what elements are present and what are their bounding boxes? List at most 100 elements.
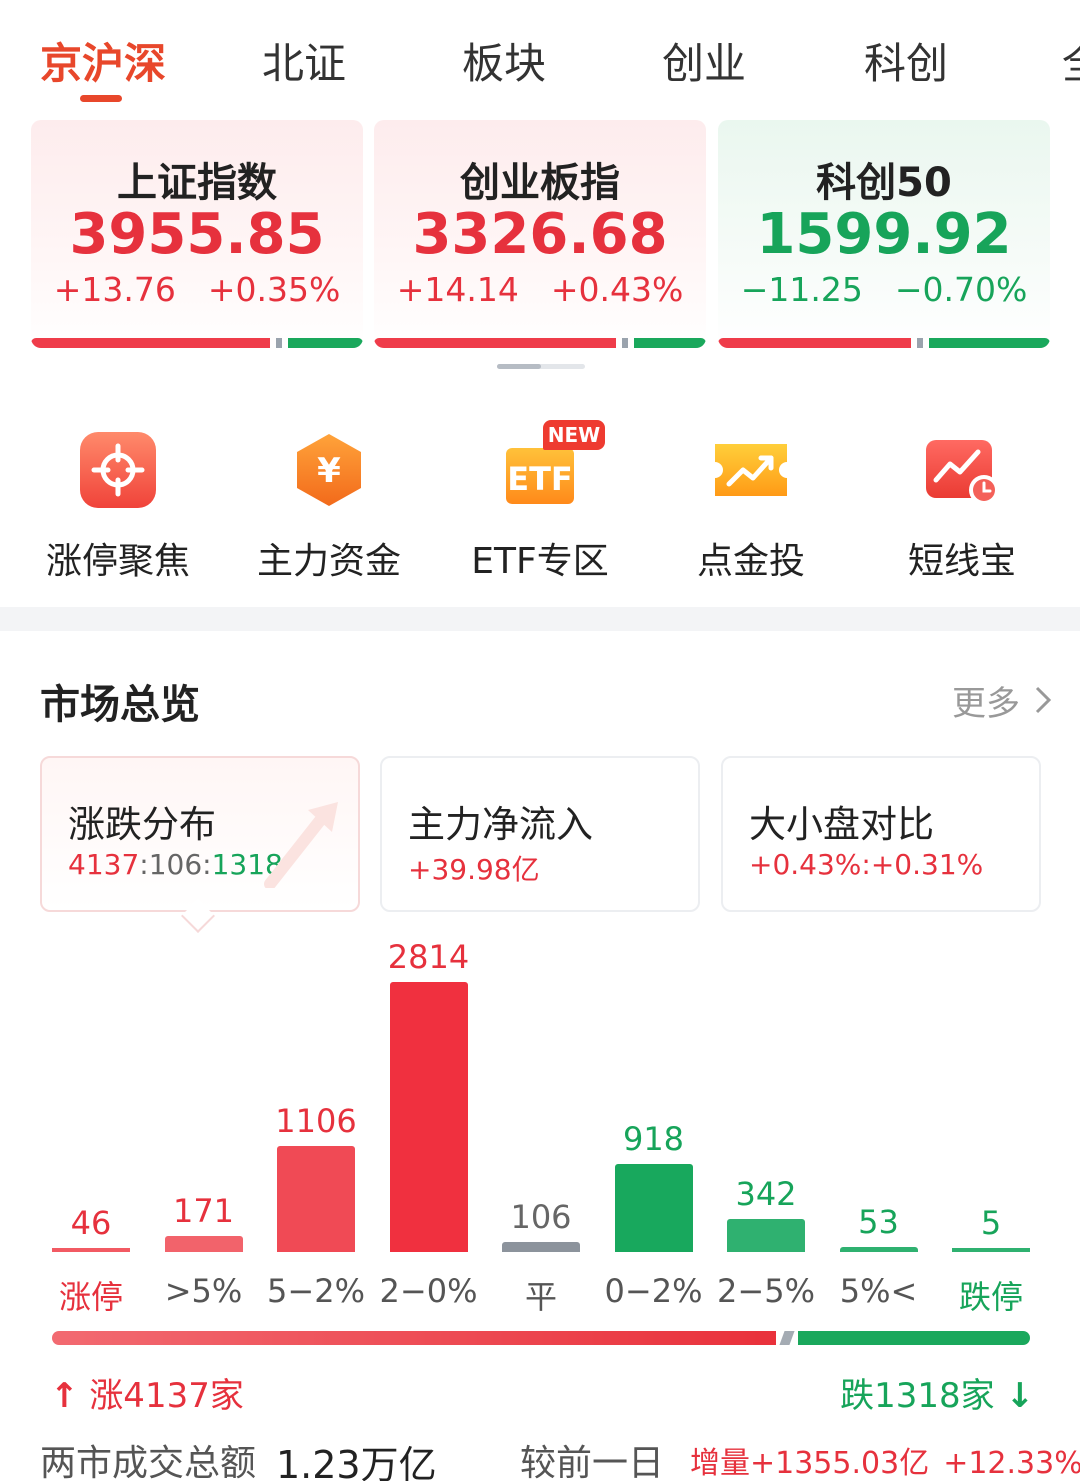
bar-value-label: 171 xyxy=(172,1192,235,1230)
bar-column: 171 >5% xyxy=(164,930,243,1330)
bar-value-label: 2814 xyxy=(387,938,470,976)
overview-card-title: 涨跌分布 xyxy=(68,803,216,846)
shortcut-label: 涨停聚焦 xyxy=(45,541,190,582)
bar-category-label: 涨停 xyxy=(58,1278,123,1316)
index-change: −11.25 −0.70% xyxy=(718,270,1050,309)
active-tab-indicator xyxy=(80,95,122,102)
index-change-pct: +0.35% xyxy=(207,270,341,309)
flat-ratio: 106 xyxy=(148,848,203,881)
shortcut-dianjintou[interactable]: 点金投 xyxy=(651,430,851,582)
shortcut-duanxianbao[interactable]: 短线宝 xyxy=(862,430,1062,582)
shortcut-label: 短线宝 xyxy=(907,541,1016,582)
shortcut-label: 主力资金 xyxy=(256,541,401,582)
bar-category-label: >5% xyxy=(164,1272,243,1310)
arrow-down-icon: ↓ xyxy=(1005,1376,1035,1416)
index-name: 创业板指 xyxy=(460,160,620,206)
trend-ticket-icon xyxy=(715,444,787,496)
tab-quan[interactable]: 全 xyxy=(1062,30,1080,91)
bar[interactable] xyxy=(839,1247,918,1252)
index-change-points: −11.25 xyxy=(740,270,863,309)
tab-beizheng[interactable]: 北证 xyxy=(262,30,346,91)
svg-text:¥: ¥ xyxy=(317,451,341,491)
up-count-label: 涨4137家 xyxy=(89,1376,244,1416)
tab-bankuai[interactable]: 板块 xyxy=(462,30,546,91)
bar-value-label: 46 xyxy=(70,1204,112,1242)
index-name: 上证指数 xyxy=(117,160,277,206)
bar-column: 342 2−5% xyxy=(717,930,815,1330)
svg-text:ETF: ETF xyxy=(507,460,573,498)
index-card-star50[interactable]: 科创50 1599.92 −11.25 −0.70% xyxy=(718,120,1050,348)
index-card-chinext[interactable]: 创业板指 3326.68 +14.14 +0.43% xyxy=(374,120,706,348)
increase-pct: +12.33% xyxy=(943,1446,1080,1481)
bar-value-label: 53 xyxy=(858,1203,899,1241)
tab-jinghushen[interactable]: 京沪深 xyxy=(40,30,166,91)
bar[interactable] xyxy=(614,1164,693,1252)
down-count: 跌1318家 ↓ xyxy=(840,1368,1034,1417)
down-count-label: 跌1318家 xyxy=(840,1376,995,1416)
index-card-shanghai[interactable]: 上证指数 3955.85 +13.76 +0.35% xyxy=(31,120,363,348)
chart-clock-icon xyxy=(926,440,999,505)
section-title: 市场总览 xyxy=(40,682,200,728)
shortcut-etf-zone[interactable]: ETF NEW ETF专区 xyxy=(440,420,640,582)
overview-card-value: +0.43%:+0.31% xyxy=(749,848,984,881)
index-breadth-bar xyxy=(718,338,1050,348)
tab-kechuang[interactable]: 科创 xyxy=(864,30,948,91)
turnover-value: 1.23万亿 xyxy=(276,1443,437,1481)
overview-card-distribution[interactable]: 涨跌分布 4137:106:1318 xyxy=(40,756,360,912)
bar-category-label: 跌停 xyxy=(958,1278,1023,1316)
index-change-points: +14.14 xyxy=(396,270,519,309)
index-change: +14.14 +0.43% xyxy=(374,270,706,309)
overview-card-cap-compare[interactable]: 大小盘对比 +0.43%:+0.31% xyxy=(721,756,1041,912)
bar[interactable] xyxy=(952,1248,1030,1252)
index-name: 科创50 xyxy=(816,160,952,206)
bar[interactable] xyxy=(277,1146,355,1252)
bar-value-label: 5 xyxy=(980,1204,1002,1242)
section-divider xyxy=(0,607,1080,631)
turnover-increase: 增量+1355.03亿 +12.33% xyxy=(690,1438,1080,1481)
bar-column: 46 涨停 xyxy=(52,930,130,1330)
overview-card-main-inflow[interactable]: 主力净流入 +39.98亿 xyxy=(380,756,700,912)
index-change-points: +13.76 xyxy=(53,270,176,309)
arrow-up-icon: ↑ xyxy=(50,1376,79,1416)
bar-column: 106 平 xyxy=(502,930,580,1330)
overview-card-value: 4137:106:1318 xyxy=(68,848,283,881)
bar-column: 2814 2−0% xyxy=(380,930,478,1330)
bar-value-label: 1106 xyxy=(275,1102,357,1140)
bar-column: 5 跌停 xyxy=(952,930,1030,1330)
target-icon xyxy=(80,432,156,508)
bar-category-label: 5%< xyxy=(839,1272,918,1310)
index-value: 1599.92 xyxy=(756,202,1012,267)
shortcut-label: ETF专区 xyxy=(471,541,609,582)
overview-card-title: 主力净流入 xyxy=(408,803,593,846)
bar[interactable] xyxy=(52,1248,130,1252)
increase-amount: 增量+1355.03亿 xyxy=(690,1446,930,1481)
bar-category-label: 2−5% xyxy=(717,1272,815,1310)
overview-card-title: 大小盘对比 xyxy=(749,803,934,846)
bar[interactable] xyxy=(502,1242,580,1252)
index-value: 3326.68 xyxy=(412,202,668,267)
tab-chuangye[interactable]: 创业 xyxy=(662,30,746,91)
more-link[interactable]: 更多 xyxy=(952,676,1052,725)
turnover-label: 两市成交总额 xyxy=(40,1443,257,1481)
compare-label: 较前一日 xyxy=(520,1443,665,1481)
bar[interactable] xyxy=(164,1236,243,1252)
overview-card-value: +39.98亿 xyxy=(408,853,540,886)
bar[interactable] xyxy=(727,1219,805,1252)
up-count: ↑ 涨4137家 xyxy=(50,1368,244,1417)
up-down-ratio-bar xyxy=(52,1331,1030,1345)
bar[interactable] xyxy=(389,982,468,1252)
bar-category-label: 0−2% xyxy=(604,1272,703,1310)
ratio-sep: : xyxy=(139,848,149,881)
new-badge: NEW xyxy=(543,420,605,450)
up-arrow-watermark-icon xyxy=(264,802,338,888)
bar-column: 53 5%< xyxy=(839,930,918,1330)
up-ratio: 4137 xyxy=(68,848,140,881)
yuan-hexagon-icon: ¥ xyxy=(297,434,361,506)
index-breadth-bar xyxy=(31,338,363,348)
shortcut-main-funds[interactable]: ¥ 主力资金 xyxy=(229,430,429,582)
bar-column: 1106 5−2% xyxy=(267,930,365,1330)
bar-category-label: 5−2% xyxy=(267,1272,365,1310)
index-change-pct: +0.43% xyxy=(550,270,684,309)
chevron-right-icon xyxy=(1034,684,1052,724)
shortcut-limit-up-focus[interactable]: 涨停聚焦 xyxy=(18,430,218,582)
